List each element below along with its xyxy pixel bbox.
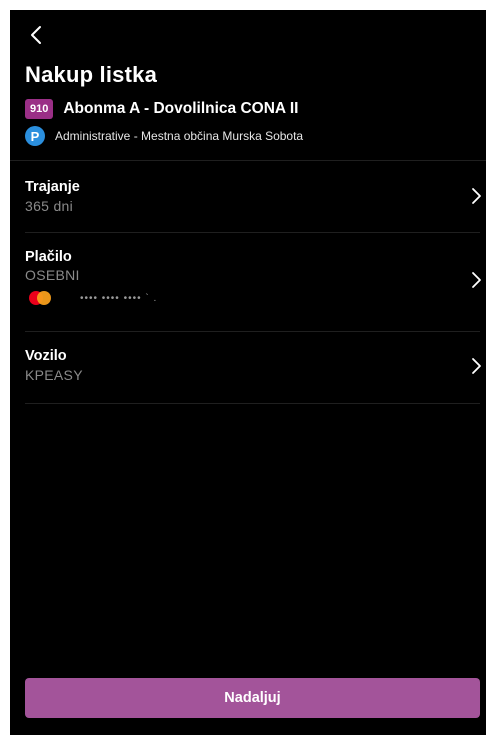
duration-label: Trajanje <box>25 179 80 195</box>
payment-label: Plačilo <box>25 249 72 265</box>
chevron-right-icon <box>472 188 481 204</box>
back-button[interactable] <box>24 22 48 48</box>
payment-card: •••• •••• •••• ` . <box>25 291 157 305</box>
zone-info: P Administrative - Mestna občina Murska … <box>25 126 303 146</box>
chevron-right-icon <box>472 272 481 288</box>
chevron-left-icon <box>31 26 41 44</box>
vehicle-value: KPEASY <box>25 367 83 383</box>
page-title: Nakup listka <box>25 62 158 87</box>
payment-value: OSEBNI <box>25 267 80 283</box>
divider <box>25 403 480 404</box>
continue-button[interactable]: Nadaljuj <box>25 678 480 718</box>
ticket-code-badge: 910 <box>25 99 54 119</box>
parking-icon: P <box>25 126 45 146</box>
duration-value: 365 dni <box>25 198 74 214</box>
ticket-name: Abonma A - Dovolilnica CONA II <box>63 100 299 117</box>
payment-row[interactable]: Plačilo OSEBNI •••• •••• •••• ` . <box>10 233 486 331</box>
chevron-right-icon <box>472 358 481 374</box>
vehicle-row[interactable]: Vozilo KPEASY <box>10 332 486 403</box>
zone-name: Administrative - Mestna občina Murska So… <box>55 129 304 143</box>
card-number: •••• •••• •••• ` . <box>80 292 158 304</box>
ticket-info: 910 Abonma A - Dovolilnica CONA II <box>25 99 298 119</box>
mastercard-icon <box>25 291 55 305</box>
duration-row[interactable]: Trajanje 365 dni <box>10 161 486 232</box>
purchase-screen: Nakup listka 910 Abonma A - Dovolilnica … <box>10 10 486 735</box>
vehicle-label: Vozilo <box>25 348 67 364</box>
